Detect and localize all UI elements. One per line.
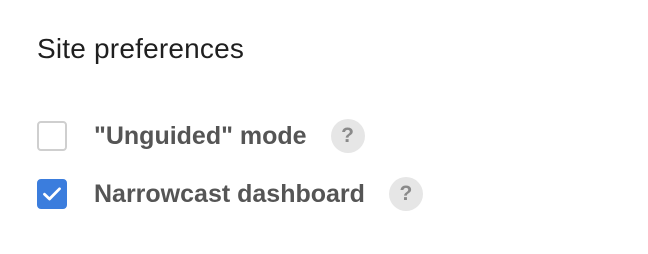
help-icon[interactable]: ? xyxy=(388,177,423,211)
help-icon[interactable]: ? xyxy=(330,119,365,153)
narrowcast-dashboard-checkbox[interactable] xyxy=(37,179,67,209)
check-icon xyxy=(43,187,61,201)
preference-unguided-mode: "Unguided" mode ? xyxy=(37,119,365,153)
preference-narrowcast-dashboard: Narrowcast dashboard ? xyxy=(37,177,423,211)
unguided-mode-label[interactable]: "Unguided" mode xyxy=(94,122,307,151)
unguided-mode-checkbox[interactable] xyxy=(37,121,67,151)
panel-title: Site preferences xyxy=(37,33,245,64)
site-preferences-panel: Site preferences "Unguided" mode ? Narro… xyxy=(0,0,648,254)
narrowcast-dashboard-label[interactable]: Narrowcast dashboard xyxy=(94,180,365,209)
